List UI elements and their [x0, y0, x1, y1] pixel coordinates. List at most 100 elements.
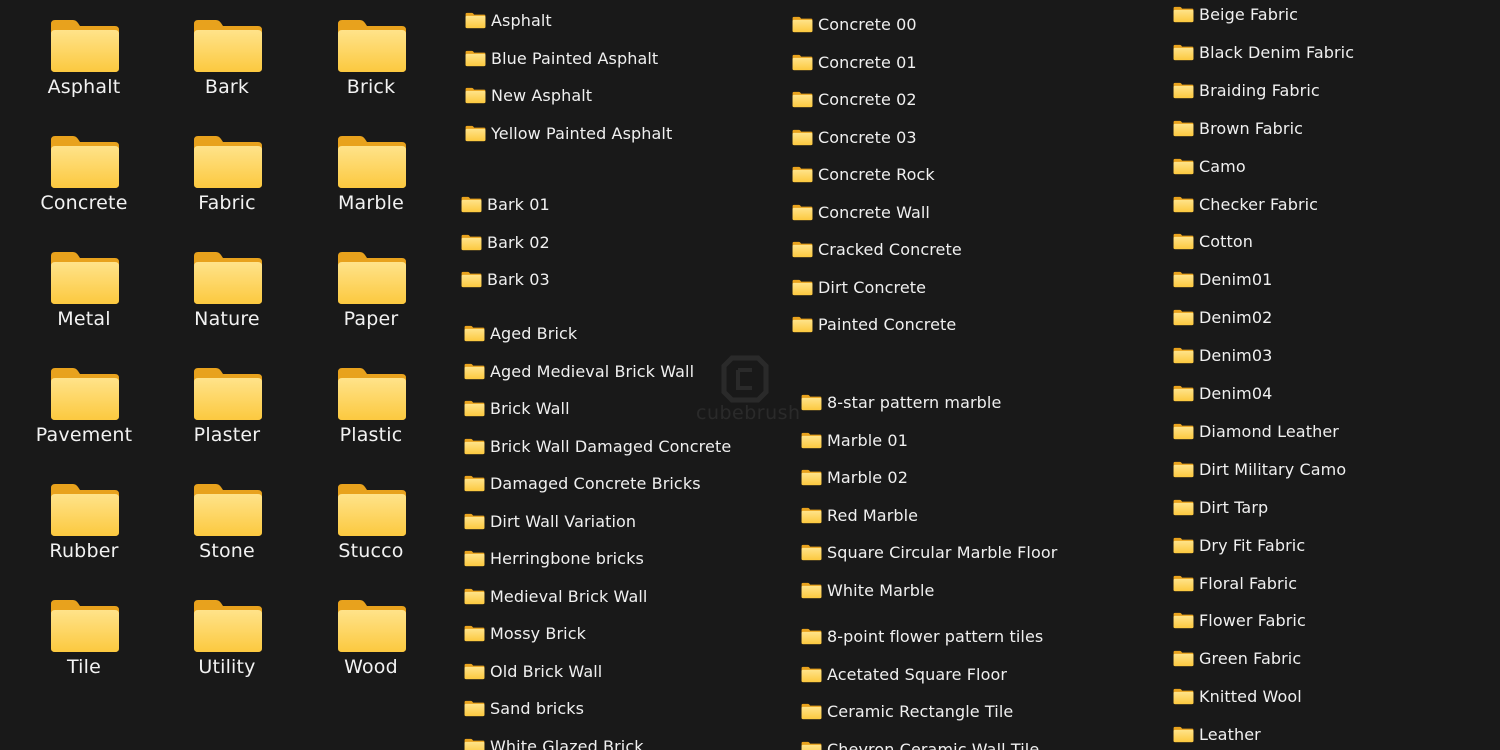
folder-tile[interactable]: Tile: [19, 582, 149, 694]
folder-label: Dry Fit Fabric: [1199, 536, 1306, 555]
folder-label: Checker Fabric: [1199, 195, 1319, 214]
folder-label: Marble 01: [827, 431, 908, 450]
folder-fabric[interactable]: Fabric: [162, 118, 292, 230]
folder-icon: [51, 252, 119, 304]
folder-icon: [1173, 309, 1194, 326]
folder-icon: [792, 16, 813, 33]
folder-label: Brown Fabric: [1199, 119, 1304, 138]
folder-icon: [1173, 650, 1194, 667]
folder-label: Concrete Rock: [818, 165, 935, 184]
folder-icon: [1173, 158, 1194, 175]
folder-icon: [1173, 726, 1194, 743]
folder-icon: [1173, 385, 1194, 402]
folder-icon: [1173, 537, 1194, 554]
folder-label: Marble 02: [827, 468, 908, 487]
folder-plaster[interactable]: Plaster: [162, 350, 292, 462]
folder-icon: [1173, 688, 1194, 705]
folder-icon: [792, 279, 813, 296]
folder-label: Leather: [1199, 725, 1261, 744]
folder-icon: [1173, 347, 1194, 364]
folder-icon: [194, 368, 262, 420]
folder-icon: [801, 703, 822, 720]
folder-icon: [792, 54, 813, 71]
folder-label: New Asphalt: [491, 86, 593, 105]
folder-label: Knitted Wool: [1199, 687, 1302, 706]
folder-label: Bark 02: [487, 233, 550, 252]
folder-icon: [464, 738, 485, 750]
folder-icon: [801, 628, 822, 645]
folder-brick[interactable]: Brick: [306, 2, 436, 114]
folder-label: Cracked Concrete: [818, 240, 962, 259]
folder-label: Old Brick Wall: [490, 662, 603, 681]
folder-icon: [801, 582, 822, 599]
folder-icon: [1173, 499, 1194, 516]
folder-label: Brick: [346, 76, 396, 98]
folder-stone[interactable]: Stone: [162, 466, 292, 578]
folder-metal[interactable]: Metal: [19, 234, 149, 346]
folder-icon: [464, 400, 485, 417]
folder-icon: [464, 663, 485, 680]
folder-icon: [461, 271, 482, 288]
folder-icon: [51, 484, 119, 536]
folder-label: Denim03: [1199, 346, 1273, 365]
folder-icon: [194, 484, 262, 536]
folder-label: Rubber: [49, 540, 119, 562]
folder-label: Dirt Concrete: [818, 278, 927, 297]
folder-concrete[interactable]: Concrete: [19, 118, 149, 230]
folder-icon: [464, 625, 485, 642]
folder-label: Aged Medieval Brick Wall: [490, 362, 695, 381]
folder-icon: [338, 600, 406, 652]
folder-label: Acetated Square Floor: [827, 665, 1008, 684]
folder-rubber[interactable]: Rubber: [19, 466, 149, 578]
folder-label: Cotton: [1199, 232, 1254, 251]
folder-label: Floral Fabric: [1199, 574, 1298, 593]
folder-label: Paper: [343, 308, 399, 330]
folder-icon: [465, 87, 486, 104]
folder-label: Concrete: [40, 192, 128, 214]
folder-label: Painted Concrete: [818, 315, 957, 334]
folder-icon: [194, 20, 262, 72]
folder-paper[interactable]: Paper: [306, 234, 436, 346]
folder-stucco[interactable]: Stucco: [306, 466, 436, 578]
folder-icon: [194, 600, 262, 652]
folder-icon: [792, 241, 813, 258]
folder-label: Wood: [344, 656, 398, 678]
folder-label: Bark: [204, 76, 250, 98]
folder-marble[interactable]: Marble: [306, 118, 436, 230]
folder-icon: [801, 741, 822, 750]
folder-icon: [51, 600, 119, 652]
folder-label: Plaster: [193, 424, 261, 446]
folder-icon: [338, 368, 406, 420]
folder-icon: [1173, 271, 1194, 288]
folder-label: Nature: [194, 308, 260, 330]
folder-wood[interactable]: Wood: [306, 582, 436, 694]
folder-label: 8-star pattern marble: [827, 393, 1002, 412]
folder-label: Concrete 03: [818, 128, 917, 147]
folder-asphalt[interactable]: Asphalt: [19, 2, 149, 114]
folder-icon: [792, 91, 813, 108]
folder-nature[interactable]: Nature: [162, 234, 292, 346]
folder-icon: [465, 125, 486, 142]
folder-label: Mossy Brick: [490, 624, 586, 643]
folder-label: Aged Brick: [490, 324, 578, 343]
folder-label: Concrete 01: [818, 53, 917, 72]
folder-plastic[interactable]: Plastic: [306, 350, 436, 462]
folder-icon: [801, 507, 822, 524]
folder-bark[interactable]: Bark: [162, 2, 292, 114]
folder-pavement[interactable]: Pavement: [19, 350, 149, 462]
folder-label: Blue Painted Asphalt: [491, 49, 659, 68]
watermark-logo-icon: [721, 355, 769, 403]
folder-icon: [51, 20, 119, 72]
folder-label: Sand bricks: [490, 699, 585, 718]
folder-utility[interactable]: Utility: [162, 582, 292, 694]
folder-label: Concrete 00: [818, 15, 917, 34]
folder-icon: [801, 469, 822, 486]
folder-icon: [1173, 120, 1194, 137]
folder-label: Ceramic Rectangle Tile: [827, 702, 1014, 721]
folder-label: Pavement: [35, 424, 133, 446]
folder-icon: [338, 252, 406, 304]
folder-label: Diamond Leather: [1199, 422, 1339, 441]
folder-icon: [1173, 612, 1194, 629]
folder-label: Brick Wall: [490, 399, 570, 418]
folder-label: Plastic: [339, 424, 403, 446]
